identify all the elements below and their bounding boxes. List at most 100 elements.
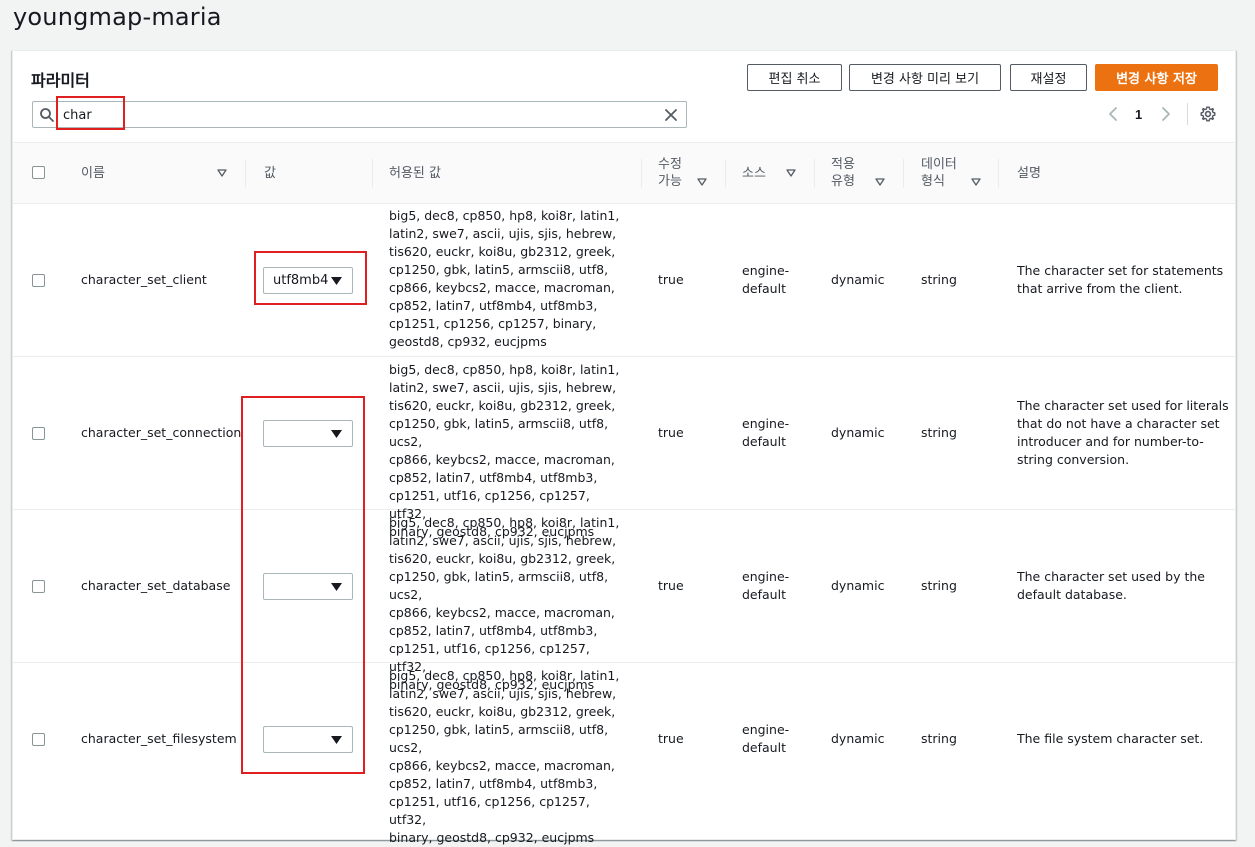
allowed-values-line: cp852, latin7, utf8mb4, utf8mb3,: [389, 470, 598, 485]
caret-down-icon: [331, 277, 342, 285]
allowed-values-line: latin2, swe7, ascii, ujis, sjis, hebrew,: [389, 226, 617, 241]
allowed-values: big5, dec8, cp850, hp8, koi8r, latin1, l…: [389, 207, 629, 351]
row-checkbox[interactable]: [32, 733, 45, 746]
cancel-edit-button[interactable]: 편집 취소: [747, 64, 842, 91]
allowed-values-line: cp852, latin7, utf8mb4, utf8mb3,: [389, 623, 598, 638]
allowed-values-line: tis620, euckr, koi8u, gb2312, greek,: [389, 551, 616, 566]
sort-caret-icon[interactable]: [697, 178, 707, 186]
table-row: character_set_database big5, dec8, cp850…: [13, 510, 1235, 692]
allowed-values-line: tis620, euckr, koi8u, gb2312, greek,: [389, 244, 616, 259]
table-header: 이름 값 허용된 값 수정 가능 소스 적용 유형 데이터 형식 설명: [13, 142, 1235, 204]
allowed-values-line: cp1250, gbk, latin5, armscii8, utf8, ucs…: [389, 569, 609, 602]
sort-caret-icon[interactable]: [217, 169, 227, 177]
caret-down-icon: [331, 736, 342, 744]
column-separator: [372, 159, 373, 188]
allowed-values-line: binary, geostd8, cp932, eucjpms: [389, 830, 595, 845]
column-header-name[interactable]: 이름: [81, 143, 105, 203]
pager-divider: [1187, 103, 1188, 125]
chevron-right-icon[interactable]: [1159, 103, 1173, 125]
source-value: engine- default: [742, 415, 789, 451]
parameters-panel: 파라미터 편집 취소 변경 사항 미리 보기 재설정 변경 사항 저장 1 이름…: [12, 50, 1236, 845]
page-number[interactable]: 1: [1135, 103, 1142, 125]
allowed-values-line: big5, dec8, cp850, hp8, koi8r, latin1,: [389, 208, 620, 223]
column-header-modifiable[interactable]: 수정 가능: [658, 143, 682, 203]
allowed-values-line: big5, dec8, cp850, hp8, koi8r, latin1,: [389, 515, 620, 530]
chevron-left-icon[interactable]: [1106, 103, 1120, 125]
data-type-value: string: [921, 272, 957, 287]
column-header-apply-type-line1: 적용: [831, 157, 855, 172]
allowed-values-line: cp852, latin7, utf8mb4, utf8mb3,: [389, 298, 598, 313]
column-header-modifiable-line1: 수정: [658, 157, 682, 172]
parameter-name: character_set_client: [81, 272, 207, 287]
allowed-values-line: cp1250, gbk, latin5, armscii8, utf8, ucs…: [389, 416, 609, 449]
gear-icon[interactable]: [1199, 105, 1217, 123]
row-checkbox[interactable]: [32, 274, 45, 287]
modifiable-value: true: [658, 731, 684, 746]
description-value: The file system character set.: [1017, 731, 1204, 746]
description-line: The character set used for literals: [1017, 398, 1229, 413]
data-type-value: string: [921, 425, 957, 440]
preview-changes-button[interactable]: 변경 사항 미리 보기: [849, 64, 1001, 91]
value-select[interactable]: [263, 420, 353, 447]
description-value: The character set used for literals that…: [1017, 397, 1229, 469]
sort-caret-icon[interactable]: [875, 178, 885, 186]
search-input[interactable]: [63, 105, 643, 125]
allowed-values-line: cp1250, gbk, latin5, armscii8, utf8,: [389, 262, 609, 277]
column-header-modifiable-line2: 가능: [658, 174, 682, 189]
value-select[interactable]: [263, 726, 353, 753]
description-line: The character set for statements: [1017, 263, 1224, 278]
source-line: default: [742, 587, 786, 602]
apply-type-value: dynamic: [831, 731, 885, 746]
source-line: default: [742, 434, 786, 449]
allowed-values-line: latin2, swe7, ascii, ujis, sjis, hebrew,: [389, 533, 617, 548]
allowed-values-line: cp1251, utf16, cp1256, cp1257, utf32,: [389, 794, 590, 827]
description-line: that arrive from the client.: [1017, 281, 1183, 296]
table-row: character_set_filesystem big5, dec8, cp8…: [13, 663, 1235, 845]
modifiable-value: true: [658, 425, 684, 440]
column-separator: [725, 159, 726, 188]
column-header-description: 설명: [1017, 165, 1041, 181]
column-header-source[interactable]: 소스: [742, 143, 766, 203]
source-value: engine- default: [742, 262, 789, 298]
source-line: engine-: [742, 416, 790, 431]
search-icon: [40, 108, 54, 122]
allowed-values-line: cp866, keybcs2, macce, macroman,: [389, 605, 615, 620]
data-type-value: string: [921, 731, 957, 746]
parameter-name: character_set_filesystem: [81, 731, 237, 746]
clear-icon[interactable]: [663, 107, 679, 123]
description-line: The character set used by the: [1017, 569, 1205, 584]
allowed-values-line: latin2, swe7, ascii, ujis, sjis, hebrew,: [389, 380, 617, 395]
column-header-data-type[interactable]: 데이터 형식: [921, 143, 957, 203]
reset-button[interactable]: 재설정: [1010, 64, 1087, 91]
allowed-values-line: cp866, keybcs2, macce, macroman,: [389, 280, 615, 295]
save-changes-button[interactable]: 변경 사항 저장: [1095, 64, 1218, 91]
column-header-allowed-values: 허용된 값: [389, 165, 441, 181]
source-line: engine-: [742, 722, 790, 737]
column-separator: [814, 159, 815, 188]
column-header-apply-type-line2: 유형: [831, 174, 855, 189]
row-checkbox[interactable]: [32, 580, 45, 593]
source-value: engine- default: [742, 721, 789, 757]
column-header-value: 값: [264, 165, 276, 181]
allowed-values-line: cp1251, cp1256, cp1257, binary,: [389, 316, 597, 331]
caret-down-icon: [331, 430, 342, 438]
description-line: string conversion.: [1017, 452, 1130, 467]
value-select[interactable]: [263, 573, 353, 600]
source-line: engine-: [742, 263, 790, 278]
allowed-values-line: cp866, keybcs2, macce, macroman,: [389, 452, 615, 467]
allowed-values-line: tis620, euckr, koi8u, gb2312, greek,: [389, 704, 616, 719]
table-row: character_set_connection big5, dec8, cp8…: [13, 357, 1235, 539]
value-select[interactable]: utf8mb4: [263, 267, 353, 294]
select-all-checkbox[interactable]: [32, 166, 45, 179]
sort-caret-icon[interactable]: [971, 178, 981, 186]
column-header-apply-type[interactable]: 적용 유형: [831, 143, 855, 203]
apply-type-value: dynamic: [831, 578, 885, 593]
allowed-values-line: big5, dec8, cp850, hp8, koi8r, latin1,: [389, 668, 620, 683]
description-value: The character set used by the default da…: [1017, 568, 1205, 604]
sort-caret-icon[interactable]: [786, 169, 796, 177]
source-value: engine- default: [742, 568, 789, 604]
allowed-values: big5, dec8, cp850, hp8, koi8r, latin1, l…: [389, 667, 629, 847]
allowed-values-line: cp852, latin7, utf8mb4, utf8mb3,: [389, 776, 598, 791]
row-checkbox[interactable]: [32, 427, 45, 440]
column-header-data-type-line2: 형식: [921, 174, 945, 189]
